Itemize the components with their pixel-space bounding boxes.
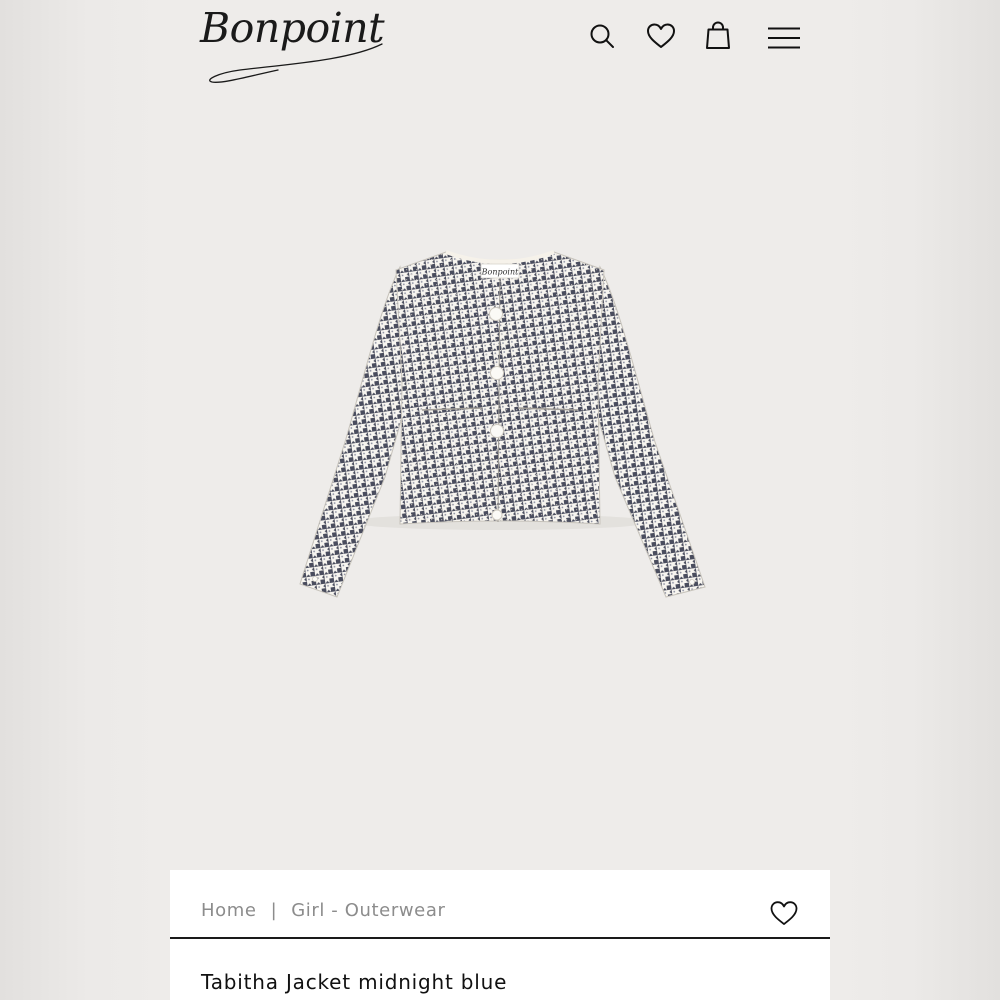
left-cuff-button (312, 576, 318, 582)
brand-logo[interactable]: Bonpoint (200, 4, 390, 84)
wishlist-button[interactable] (643, 18, 679, 54)
jacket-right-sleeve (587, 265, 706, 598)
shopping-bag-icon (706, 21, 730, 49)
menu-icon (768, 27, 800, 49)
jacket-left-sleeve (299, 265, 413, 598)
heart-icon (770, 901, 798, 925)
product-info: Home | Girl - Outerwear Tabitha Jacket mid… (170, 870, 830, 1000)
product-page: Bonpoint Bonpoint Home | Girl - Outerwea… (170, 0, 830, 1000)
breadcrumb-separator: | (270, 900, 278, 921)
breadcrumb: Home | Girl - Outerwear (201, 900, 445, 921)
product-image[interactable]: Bonpoint (170, 92, 830, 870)
menu-button[interactable] (766, 18, 802, 54)
right-cuff-button (689, 579, 695, 585)
logo-swash (209, 43, 383, 83)
divider (170, 937, 830, 939)
jacket-button-4 (491, 509, 503, 521)
search-icon (590, 24, 614, 48)
jacket-button-1 (489, 307, 503, 321)
jacket-label-text: Bonpoint (481, 268, 519, 277)
jacket-button-2 (490, 366, 504, 380)
breadcrumb-category[interactable]: Girl - Outerwear (291, 900, 445, 921)
heart-icon (647, 23, 675, 48)
add-to-wishlist-button[interactable] (768, 897, 800, 929)
breadcrumb-home[interactable]: Home (201, 900, 257, 921)
jacket-button-3 (490, 424, 504, 438)
product-title: Tabitha Jacket midnight blue (201, 970, 508, 994)
cart-button[interactable] (700, 18, 736, 54)
search-button[interactable] (584, 18, 620, 54)
